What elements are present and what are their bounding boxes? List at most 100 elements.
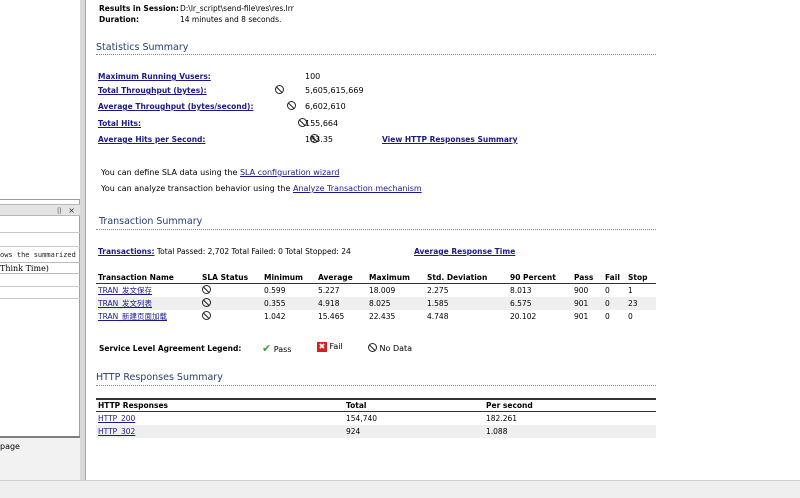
column-header: Minimum (262, 272, 316, 284)
max-cell: 18.009 (369, 286, 396, 295)
total-hits-link[interactable]: Total Hits: (98, 119, 141, 128)
results-session-path: D:\lr_script\send-file\res\res.lrr (180, 4, 294, 13)
p90-cell: 20.102 (510, 312, 537, 321)
table-row: TRAN_新建页面加载 1.042 15.465 22.435 4.748 20… (96, 310, 656, 323)
std-cell: 1.585 (427, 299, 449, 308)
sla-define-line: You can define SLA data using the SLA co… (101, 168, 339, 177)
column-header: Total (344, 399, 484, 412)
http-responses-table: HTTP Responses Total Per second HTTP_200… (96, 398, 656, 438)
http-responses-summary-title: HTTP Responses Summary (96, 372, 223, 383)
left-panel-upper-area (0, 0, 80, 200)
description-text: ows the summarized (0, 251, 76, 259)
transactions-summary-line: Transactions: Total Passed: 2,702 Total … (98, 247, 351, 256)
left-dock-panel: ⌷ × ows the summarized Think Time) page (0, 0, 80, 480)
column-header: Per second (484, 399, 656, 412)
max-cell: 8.025 (369, 299, 391, 308)
avg-cell: 4.918 (318, 299, 340, 308)
http-code-link[interactable]: HTTP_302 (98, 427, 135, 436)
max-running-vusers-link[interactable]: Maximum Running Vusers: (98, 72, 211, 81)
check-icon: ✔ (262, 342, 272, 355)
separator (0, 232, 80, 233)
duration-value: 14 minutes and 8 seconds. (180, 15, 282, 24)
column-header: Pass (572, 272, 603, 284)
separator (0, 286, 80, 287)
table-row: HTTP_200 154,740 182.261 (96, 412, 656, 425)
avg-hits-per-second-link[interactable]: Average Hits per Second: (98, 135, 205, 144)
description-field[interactable]: Think Time) (0, 262, 80, 274)
stop-cell: 1 (628, 286, 633, 295)
max-cell: 22.435 (369, 312, 396, 321)
total-hits-value: 155,664 (305, 119, 339, 128)
transactions-totals: Total Passed: 2,702 Total Failed: 0 Tota… (154, 247, 351, 256)
pass-cell: 901 (574, 299, 589, 308)
fail-cell: 0 (605, 299, 610, 308)
total-throughput-link[interactable]: Total Throughput (bytes): (98, 86, 207, 95)
column-header: 90 Percent (508, 272, 572, 284)
transaction-summary-title: Transaction Summary (99, 216, 203, 227)
results-session-label: Results in Session: (99, 4, 179, 13)
transaction-name-link[interactable]: TRAN_新建页面加载 (98, 312, 167, 321)
table-row: TRAN_发文保存 0.599 5.227 18.009 2.275 8.013… (96, 284, 656, 298)
transactions-link[interactable]: Transactions: (98, 247, 154, 256)
http-code-link[interactable]: HTTP_200 (98, 414, 135, 423)
min-cell: 0.355 (264, 299, 286, 308)
bottom-page-tab[interactable]: page (0, 436, 80, 480)
no-data-icon (286, 101, 296, 110)
max-running-vusers-value: 100 (305, 72, 321, 81)
legend-nodata: No Data (368, 343, 412, 353)
column-header: Fail (603, 272, 626, 284)
avg-throughput-value: 6,602,610 (305, 102, 346, 111)
transaction-name-link[interactable]: TRAN_发文保存 (98, 286, 152, 295)
avg-cell: 15.465 (318, 312, 345, 321)
table-header-row: HTTP Responses Total Per second (96, 399, 656, 412)
table-header-row: Transaction Name SLA Status Minimum Aver… (96, 272, 656, 284)
legend-pass-label: Pass (273, 345, 292, 354)
sla-analyze-text: You can analyze transaction behavior usi… (101, 184, 293, 193)
avg-cell: 5.227 (318, 286, 340, 295)
no-data-icon (202, 285, 211, 294)
status-bar (0, 480, 800, 498)
pass-cell: 901 (574, 312, 589, 321)
total-cell: 154,740 (346, 413, 378, 423)
statistics-summary-title: Statistics Summary (96, 42, 189, 53)
min-cell: 1.042 (264, 312, 286, 321)
legend-nodata-label: No Data (379, 344, 413, 353)
view-http-responses-summary-link[interactable]: View HTTP Responses Summary (382, 135, 518, 144)
bottom-tab-label: page (0, 442, 20, 451)
separator (0, 298, 80, 299)
column-header: Average (316, 272, 367, 284)
p90-cell: 6.575 (510, 299, 532, 308)
stop-cell: 23 (628, 299, 638, 308)
total-throughput-value: 5,605,615,669 (305, 86, 364, 95)
fail-cell: 0 (605, 286, 610, 295)
analyze-transaction-mechanism-link[interactable]: Analyze Transaction mechanism (293, 184, 422, 193)
no-data-icon (202, 311, 211, 320)
per-second-cell: 1.088 (486, 426, 508, 436)
per-second-cell: 182.261 (486, 413, 518, 423)
fail-cell: 0 (605, 312, 610, 321)
no-data-icon (202, 298, 211, 307)
dock-pin-close-buttons[interactable]: ⌷ × (57, 205, 77, 216)
section-divider (96, 54, 656, 55)
sla-configuration-wizard-link[interactable]: SLA configuration wizard (240, 168, 339, 177)
fail-x-icon: ✖ (317, 342, 327, 352)
pass-cell: 900 (574, 286, 589, 295)
avg-throughput-link[interactable]: Average Throughput (bytes/second): (98, 102, 253, 111)
sla-define-text: You can define SLA data using the (101, 168, 240, 177)
section-divider (96, 385, 656, 386)
min-cell: 0.599 (264, 286, 286, 295)
column-header: SLA Status (200, 272, 262, 284)
avg-hits-per-second-value: 183.35 (305, 135, 333, 144)
column-header: Transaction Name (96, 272, 200, 284)
duration-label: Duration: (99, 15, 139, 24)
section-divider (96, 229, 656, 230)
stop-cell: 0 (628, 312, 633, 321)
column-header: HTTP Responses (96, 399, 344, 412)
transaction-name-link[interactable]: TRAN_发文列表 (98, 299, 152, 308)
no-data-icon (275, 85, 284, 94)
legend-pass: ✔ Pass (262, 342, 291, 355)
table-row: TRAN_发文列表 0.355 4.918 8.025 1.585 6.575 … (96, 297, 656, 310)
no-data-icon (368, 343, 377, 352)
table-row: HTTP_302 924 1.088 (96, 424, 656, 438)
average-response-time-link[interactable]: Average Response Time (414, 247, 515, 256)
